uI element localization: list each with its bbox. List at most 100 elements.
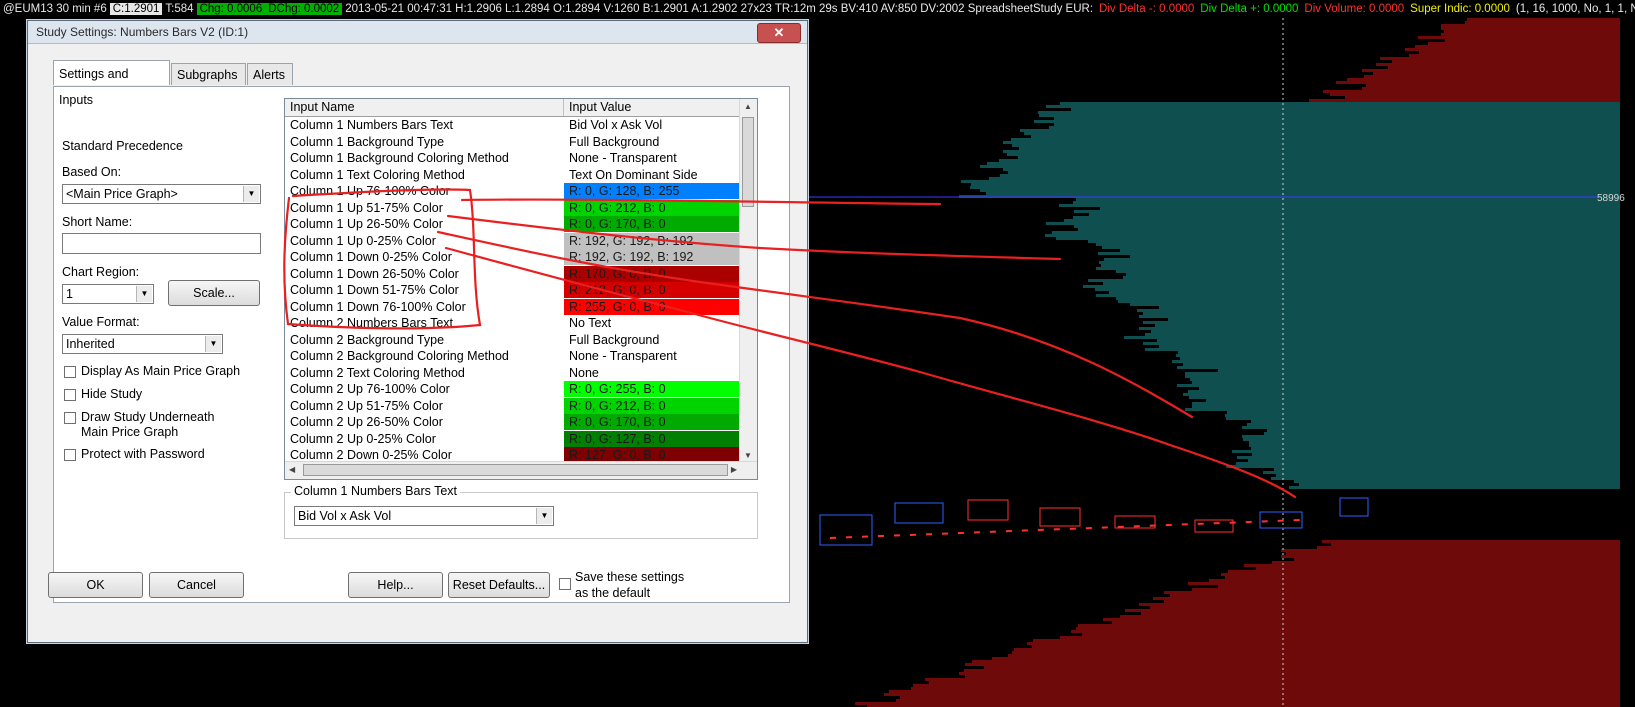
table-row[interactable]: Column 1 Background Type Full Background: [285, 134, 740, 151]
input-value-cell[interactable]: R: 192, G: 192, B: 192: [564, 232, 740, 249]
input-name-cell[interactable]: Column 1 Down 51-75% Color: [285, 282, 564, 298]
vertical-scroll-thumb[interactable]: [742, 117, 754, 207]
table-row[interactable]: Column 2 Background Type Full Background: [285, 332, 740, 349]
display-as-main-price-graph-checkbox[interactable]: [64, 366, 76, 378]
input-value-cell[interactable]: R: 0, G: 127, B: 0: [564, 430, 740, 447]
value-format-select[interactable]: Inherited ▼: [62, 334, 223, 354]
table-row[interactable]: Column 1 Up 51-75% Color R: 0, G: 212, B:…: [285, 199, 740, 217]
input-value-cell[interactable]: R: 0, G: 170, B: 0: [564, 414, 740, 430]
input-name-cell[interactable]: Column 1 Numbers Bars Text: [285, 117, 564, 133]
chevron-down-icon[interactable]: ▼: [536, 508, 552, 524]
save-as-default-checkbox[interactable]: [559, 578, 571, 590]
input-value-cell[interactable]: R: 192, G: 192, B: 192: [564, 249, 740, 265]
input-value-cell[interactable]: None - Transparent: [564, 150, 740, 166]
input-name-cell[interactable]: Column 1 Up 26-50% Color: [285, 216, 564, 232]
table-row[interactable]: Column 2 Up 0-25% Color R: 0, G: 127, B: …: [285, 430, 740, 448]
table-row[interactable]: Column 2 Background Coloring Method None …: [285, 348, 740, 365]
input-value-cell[interactable]: Text On Dominant Side: [564, 167, 740, 183]
input-name-cell[interactable]: Column 1 Up 51-75% Color: [285, 200, 564, 216]
hide-study-checkbox[interactable]: [64, 389, 76, 401]
table-row[interactable]: Column 2 Up 26-50% Color R: 0, G: 170, B:…: [285, 414, 740, 431]
scale-button[interactable]: Scale...: [168, 280, 260, 306]
input-name-cell[interactable]: Column 1 Text Coloring Method: [285, 167, 564, 183]
scroll-up-icon[interactable]: ▲: [744, 102, 752, 111]
short-name-input[interactable]: [62, 233, 261, 254]
inputs-grid[interactable]: Input Name Input Value Column 1 Numbers …: [284, 98, 758, 480]
table-row[interactable]: Column 1 Down 51-75% Color R: 212, G: 0, …: [285, 282, 740, 299]
based-on-select[interactable]: <Main Price Graph> ▼: [62, 184, 261, 204]
table-row[interactable]: Column 1 Background Coloring Method None …: [285, 150, 740, 167]
input-value-cell[interactable]: None: [564, 365, 740, 381]
profile-bar: [1060, 102, 1620, 105]
chevron-down-icon[interactable]: ▼: [205, 336, 221, 352]
input-name-cell[interactable]: Column 2 Up 26-50% Color: [285, 414, 564, 430]
protect-with-password-checkbox[interactable]: [64, 449, 76, 461]
chevron-down-icon[interactable]: ▼: [136, 286, 152, 302]
input-name-cell[interactable]: Column 2 Background Coloring Method: [285, 348, 564, 364]
input-value-cell[interactable]: R: 170, G: 0, B: 0: [564, 265, 740, 282]
input-name-cell[interactable]: Column 1 Background Type: [285, 134, 564, 150]
input-name-cell[interactable]: Column 2 Background Type: [285, 332, 564, 348]
input-value-cell[interactable]: R: 0, G: 170, B: 0: [564, 216, 740, 232]
horizontal-scrollbar[interactable]: ◀ ▶: [285, 461, 757, 479]
profile-bar: [1137, 309, 1620, 312]
input-name-cell[interactable]: Column 2 Up 51-75% Color: [285, 398, 564, 414]
profile-bar: [1180, 357, 1620, 360]
horizontal-scroll-thumb[interactable]: [303, 464, 728, 476]
input-value-cell[interactable]: Full Background: [564, 134, 740, 150]
tab-settings-and-inputs[interactable]: Settings and Inputs: [53, 60, 170, 107]
table-row[interactable]: Column 1 Down 26-50% Color R: 170, G: 0, …: [285, 265, 740, 283]
input-name-cell[interactable]: Column 2 Text Coloring Method: [285, 365, 564, 381]
input-value-cell[interactable]: R: 0, G: 212, B: 0: [564, 199, 740, 216]
help-button[interactable]: Help...: [348, 572, 443, 598]
profile-bar: [999, 159, 1620, 162]
input-value-cell[interactable]: R: 0, G: 128, B: 255: [564, 183, 740, 199]
input-name-cell[interactable]: Column 1 Up 0-25% Color: [285, 233, 564, 249]
input-value-cell[interactable]: No Text: [564, 315, 740, 331]
input-name-cell[interactable]: Column 1 Up 76-100% Color: [285, 183, 564, 199]
table-row[interactable]: Column 1 Up 0-25% Color R: 192, G: 192, B…: [285, 232, 740, 250]
input-name-cell[interactable]: Column 2 Up 76-100% Color: [285, 381, 564, 397]
input-name-cell[interactable]: Column 2 Numbers Bars Text: [285, 315, 564, 331]
table-row[interactable]: Column 2 Numbers Bars Text No Text: [285, 315, 740, 332]
chart-region-select[interactable]: 1 ▼: [62, 284, 154, 304]
input-name-cell[interactable]: Column 1 Down 26-50% Color: [285, 266, 564, 282]
tab-alerts[interactable]: Alerts: [247, 63, 293, 85]
input-value-cell[interactable]: R: 212, G: 0, B: 0: [564, 282, 740, 298]
vertical-scrollbar[interactable]: ▲ ▼: [739, 99, 757, 463]
input-value-cell[interactable]: R: 0, G: 255, B: 0: [564, 381, 740, 397]
table-row[interactable]: Column 2 Up 76-100% Color R: 0, G: 255, B…: [285, 381, 740, 398]
input-value-cell[interactable]: Bid Vol x Ask Vol: [564, 117, 740, 133]
input-name-cell[interactable]: Column 1 Down 0-25% Color: [285, 249, 564, 265]
close-button[interactable]: ✕: [757, 23, 801, 43]
scroll-right-icon[interactable]: ▶: [731, 465, 737, 474]
profile-bar: [1276, 474, 1620, 477]
table-row[interactable]: Column 2 Up 51-75% Color R: 0, G: 212, B:…: [285, 397, 740, 415]
input-name-cell[interactable]: Column 1 Background Coloring Method: [285, 150, 564, 166]
table-row[interactable]: Column 1 Up 26-50% Color R: 0, G: 170, B:…: [285, 216, 740, 233]
table-row[interactable]: Column 1 Text Coloring Method Text On Dom…: [285, 167, 740, 184]
tab-subgraphs[interactable]: Subgraphs: [171, 63, 246, 85]
input-value-cell[interactable]: R: 255, G: 0, B: 0: [564, 298, 740, 315]
table-row[interactable]: Column 1 Down 0-25% Color R: 192, G: 192,…: [285, 249, 740, 266]
input-name-cell[interactable]: Column 1 Down 76-100% Color: [285, 299, 564, 315]
column-header-input-value[interactable]: Input Value: [564, 99, 740, 116]
column-header-input-name[interactable]: Input Name: [285, 99, 564, 116]
table-row[interactable]: Column 1 Up 76-100% Color R: 0, G: 128, B…: [285, 183, 740, 200]
input-name-cell[interactable]: Column 2 Up 0-25% Color: [285, 431, 564, 447]
input-value-cell[interactable]: None - Transparent: [564, 348, 740, 364]
table-row[interactable]: Column 1 Numbers Bars Text Bid Vol x Ask …: [285, 117, 740, 134]
scroll-down-icon[interactable]: ▼: [744, 451, 752, 460]
ok-button[interactable]: OK: [48, 572, 143, 598]
table-row[interactable]: Column 2 Text Coloring Method None: [285, 365, 740, 382]
chevron-down-icon[interactable]: ▼: [243, 186, 259, 202]
reset-defaults-button[interactable]: Reset Defaults...: [448, 572, 550, 598]
input-value-cell[interactable]: R: 0, G: 212, B: 0: [564, 397, 740, 414]
input-value-cell[interactable]: Full Background: [564, 332, 740, 348]
scroll-left-icon[interactable]: ◀: [289, 465, 295, 474]
cancel-button[interactable]: Cancel: [149, 572, 244, 598]
dialog-title-bar[interactable]: Study Settings: Numbers Bars V2 (ID:1) ✕: [28, 21, 807, 44]
selected-input-select[interactable]: Bid Vol x Ask Vol ▼: [294, 506, 554, 526]
draw-study-underneath-checkbox[interactable]: [64, 412, 76, 424]
table-row[interactable]: Column 1 Down 76-100% Color R: 255, G: 0,…: [285, 298, 740, 316]
